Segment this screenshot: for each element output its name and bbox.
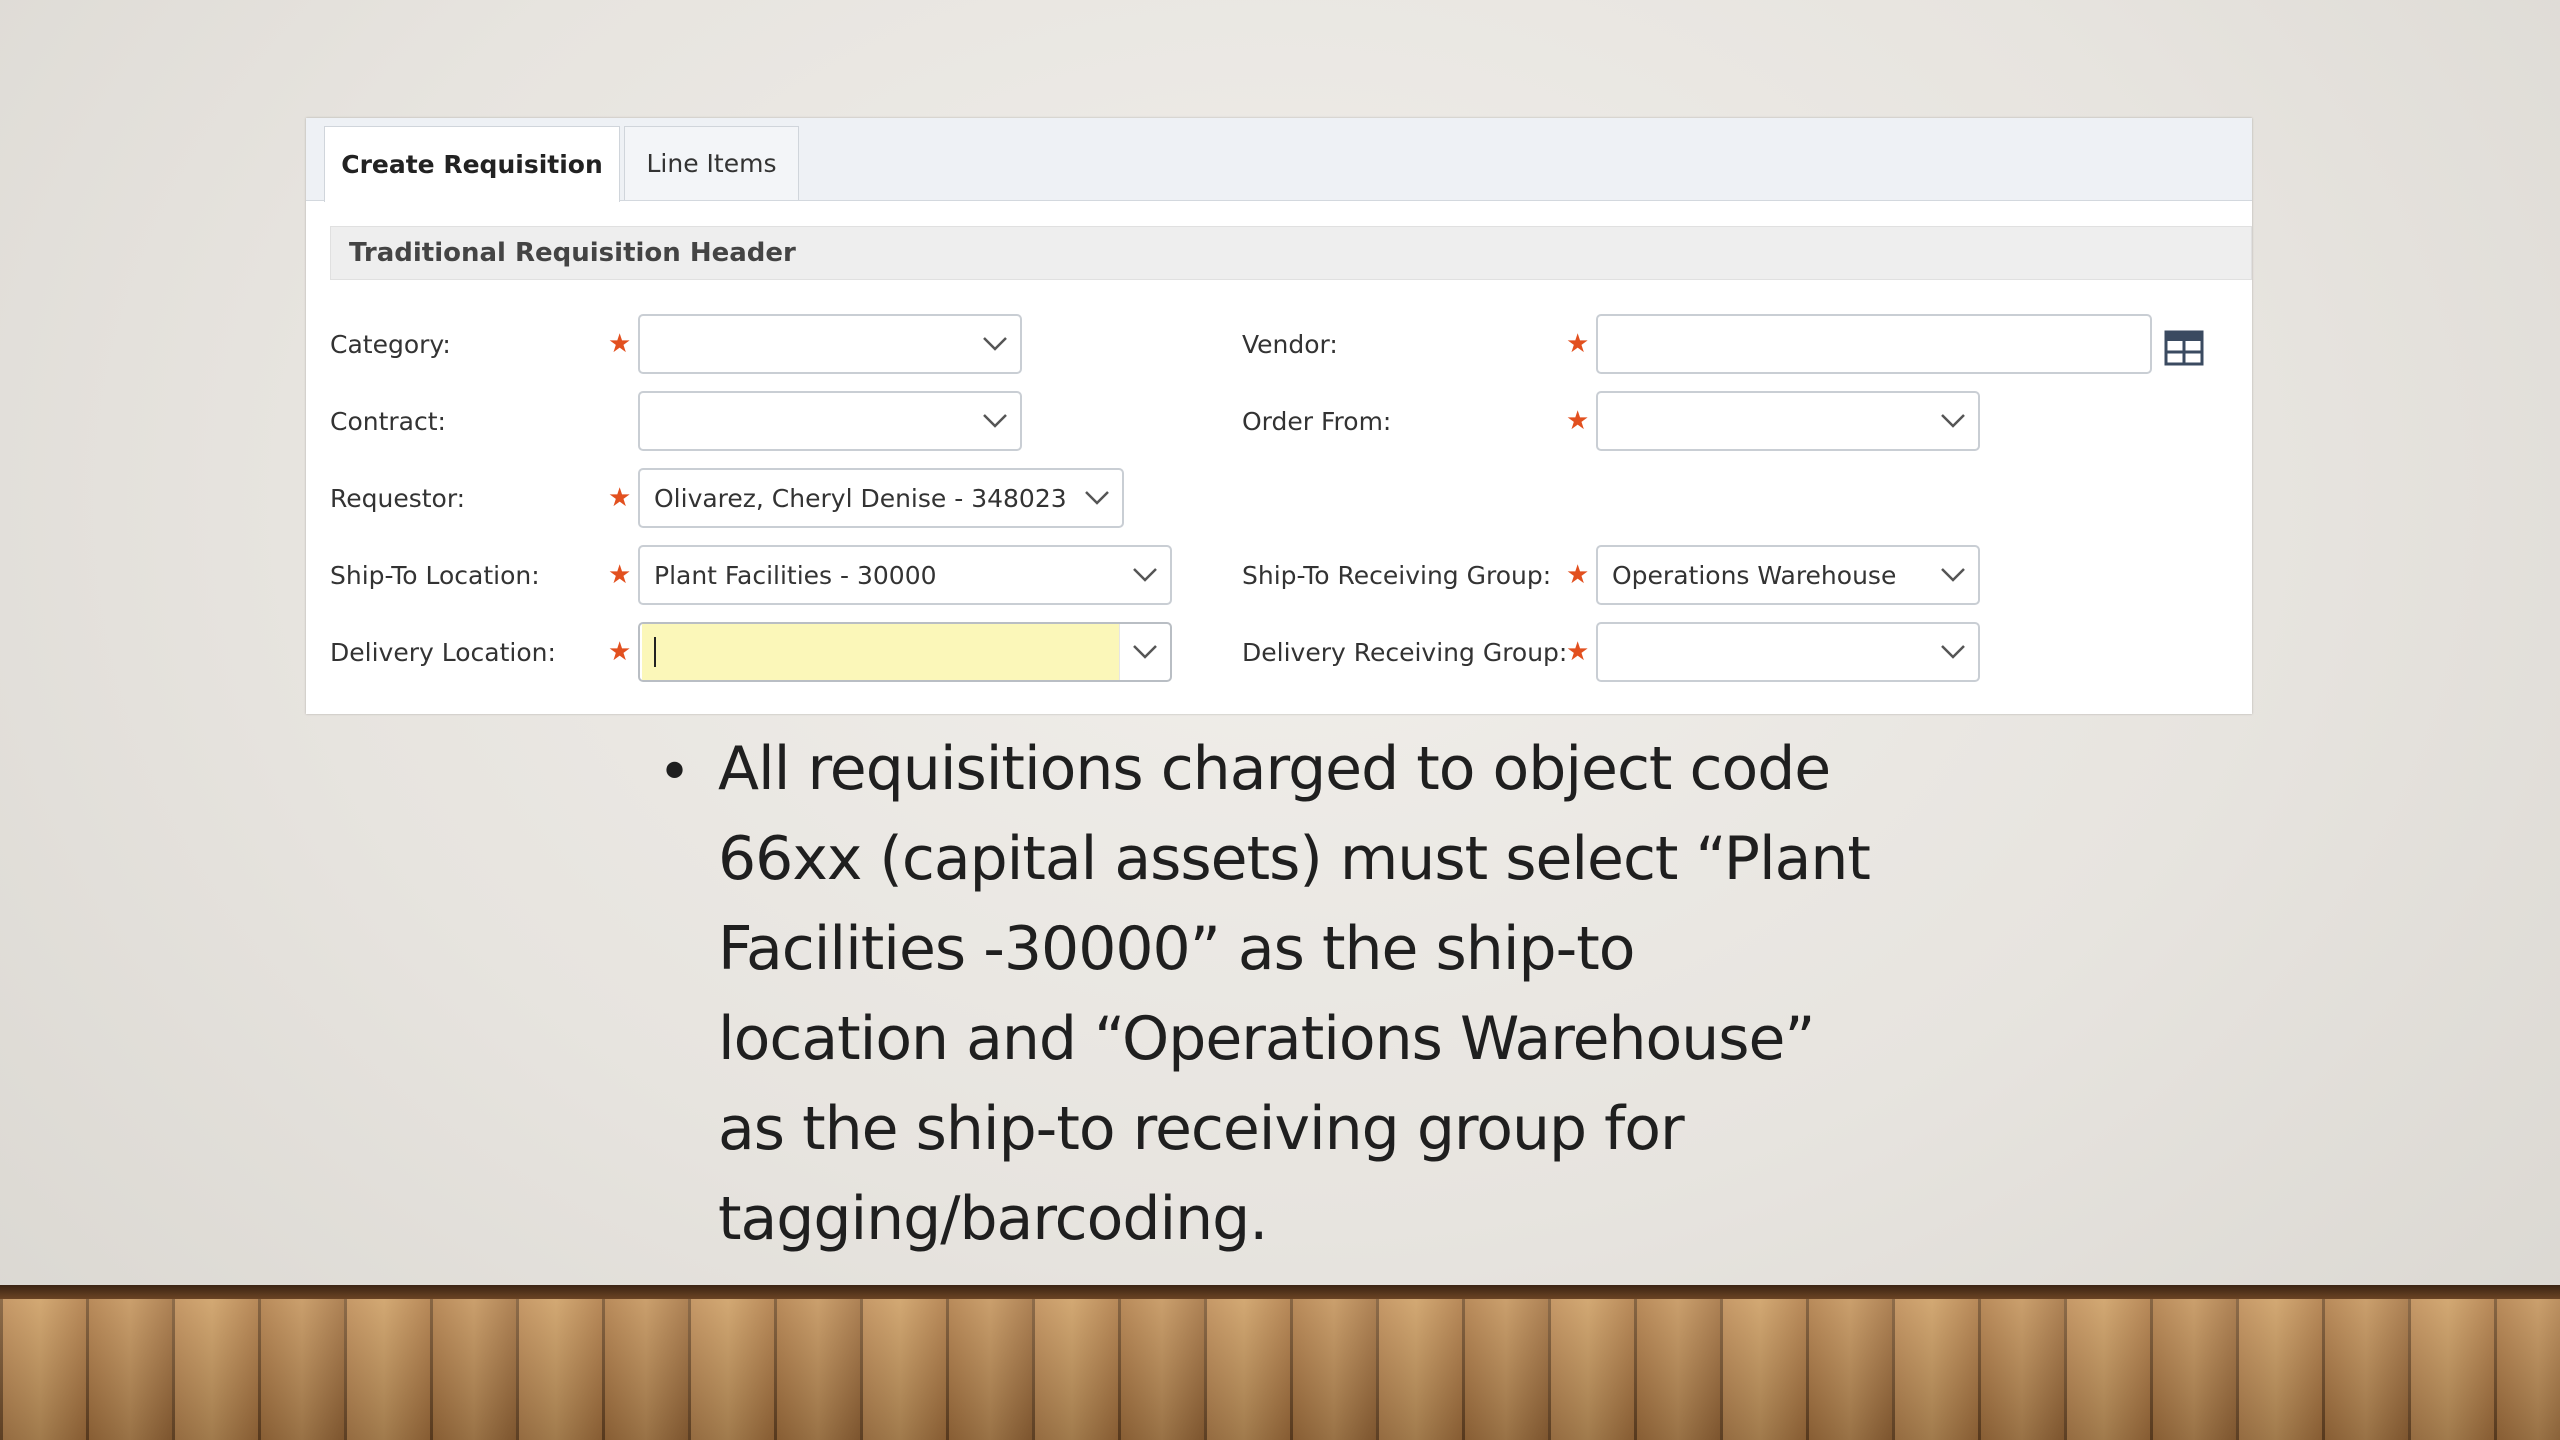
required-star: ★ [1566, 560, 1590, 590]
contract-label: Contract: [330, 407, 446, 436]
requestor-value: Olivarez, Cheryl Denise - 348023 [654, 483, 1067, 513]
chevron-down-icon[interactable] [970, 316, 1020, 372]
chevron-down-icon[interactable] [1928, 393, 1978, 449]
order-from-select[interactable] [1596, 391, 1980, 451]
text-caret [654, 637, 656, 667]
bullet-line: Facilities -30000” as the ship-to [718, 914, 1635, 984]
category-select[interactable] [638, 314, 1022, 374]
chevron-down-icon[interactable] [1928, 624, 1978, 680]
bullet-line: All requisitions charged to object code [718, 734, 1831, 804]
wood-floor-decoration [0, 1285, 2560, 1440]
chevron-down-icon[interactable] [1928, 547, 1978, 603]
ship-to-location-value: Plant Facilities - 30000 [654, 560, 937, 590]
delivery-location-input[interactable] [638, 622, 1172, 682]
chevron-down-icon[interactable] [1120, 547, 1170, 603]
requestor-select[interactable]: Olivarez, Cheryl Denise - 348023 [638, 468, 1124, 528]
ship-to-receiving-group-value: Operations Warehouse [1612, 560, 1897, 590]
delivery-location-label: Delivery Location: [330, 638, 556, 667]
category-label: Category: [330, 330, 451, 359]
chevron-down-icon[interactable] [970, 393, 1020, 449]
contract-select[interactable] [638, 391, 1022, 451]
tab-line-items[interactable]: Line Items [624, 126, 799, 200]
requestor-label: Requestor: [330, 484, 466, 513]
order-from-label: Order From: [1242, 407, 1392, 436]
required-star: ★ [608, 637, 632, 667]
required-star: ★ [1566, 329, 1590, 359]
ship-to-location-label: Ship-To Location: [330, 561, 540, 590]
grid-table-icon[interactable] [2164, 330, 2204, 370]
bullet-line: 66xx (capital assets) must select “Plant [718, 824, 1871, 894]
ship-to-receiving-group-select[interactable]: Operations Warehouse [1596, 545, 1980, 605]
required-star: ★ [1566, 637, 1590, 667]
section-header: Traditional Requisition Header [330, 226, 2252, 280]
tab-create-requisition[interactable]: Create Requisition [324, 126, 620, 202]
required-star: ★ [608, 483, 632, 513]
chevron-down-icon[interactable] [1072, 470, 1122, 526]
vendor-label: Vendor: [1242, 330, 1338, 359]
vendor-input[interactable] [1596, 314, 2152, 374]
bullet-line: tagging/barcoding. [718, 1184, 1268, 1254]
delivery-receiving-group-select[interactable] [1596, 622, 1980, 682]
bullet-text: All requisitions charged to object code … [718, 724, 1978, 1264]
required-star: ★ [608, 560, 632, 590]
ship-to-location-select[interactable]: Plant Facilities - 30000 [638, 545, 1172, 605]
bullet-line: location and “Operations Warehouse” [718, 1004, 1816, 1074]
required-star: ★ [1566, 406, 1590, 436]
required-star: ★ [608, 329, 632, 359]
ship-to-receiving-group-label: Ship-To Receiving Group: [1242, 561, 1552, 590]
bullet-marker: • [658, 740, 692, 805]
chevron-down-icon[interactable] [1120, 624, 1170, 680]
tab-bar: Create Requisition Line Items [306, 118, 2252, 202]
requisition-form-screenshot: Create Requisition Line Items Traditiona… [306, 118, 2252, 714]
bullet-line: as the ship-to receiving group for [718, 1094, 1685, 1164]
delivery-location-value[interactable] [642, 624, 1120, 680]
delivery-receiving-group-label: Delivery Receiving Group: [1242, 638, 1568, 667]
